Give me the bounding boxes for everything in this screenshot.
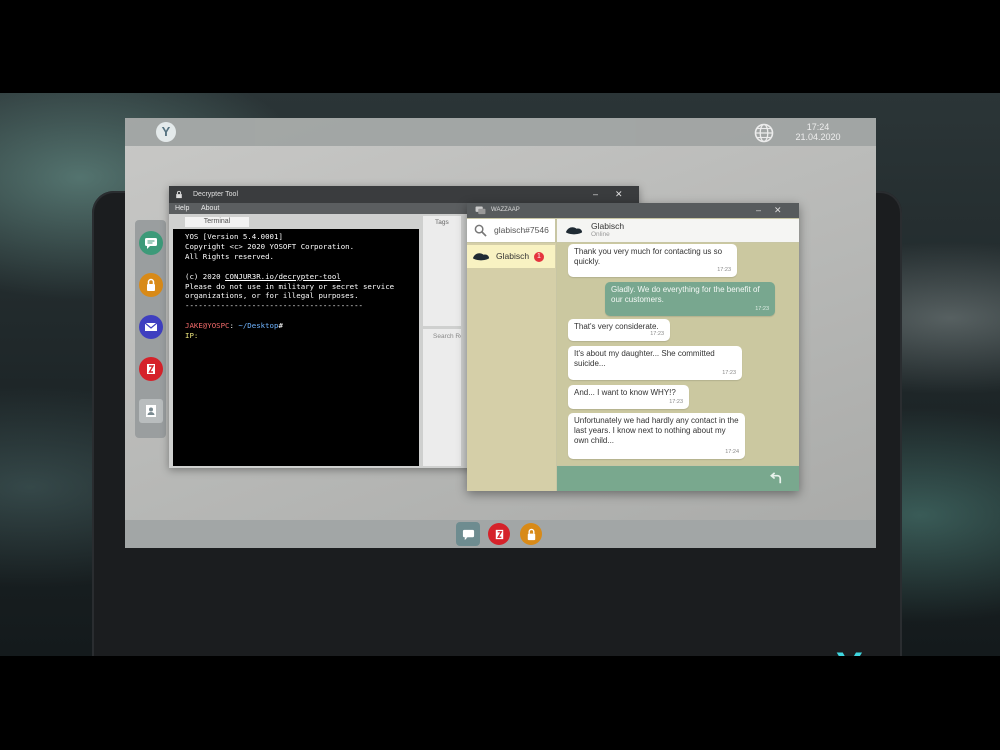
message-bubble: Gladly. We do everything for the benefit… bbox=[605, 282, 775, 316]
message-bubble: Unfortunately we had hardly any contact … bbox=[568, 413, 745, 459]
lock-icon bbox=[527, 528, 535, 540]
clock: 17:24 21.04.2020 bbox=[793, 122, 843, 142]
taskbar-chat-button[interactable] bbox=[456, 522, 480, 546]
terminal-copyright-prefix: (c) 2020 bbox=[185, 271, 226, 281]
prompt-user: JAKE@YOSPC bbox=[185, 321, 230, 331]
tags-panel: Tags bbox=[423, 216, 461, 326]
chat-icon bbox=[475, 206, 486, 215]
message-time: 17:23 bbox=[650, 331, 664, 337]
chat-header-name: Glabisch bbox=[591, 221, 625, 231]
terminal-line: Copyright <c> 2020 YOSOFT Corporation. bbox=[185, 241, 355, 251]
chat-titlebar[interactable]: WAZZAAP – ✕ bbox=[467, 203, 799, 218]
dock-mail-button[interactable] bbox=[139, 315, 163, 339]
search-panel: Search Re bbox=[423, 329, 461, 466]
clock-date: 21.04.2020 bbox=[795, 132, 841, 142]
prompt-path: ~/Desktop bbox=[238, 321, 279, 331]
contacts-icon bbox=[146, 405, 156, 417]
message-text: It's about my daughter... She committed … bbox=[574, 349, 715, 368]
tab-terminal[interactable]: Terminal bbox=[185, 217, 249, 227]
message-input[interactable] bbox=[557, 466, 799, 491]
dock-lock-button[interactable] bbox=[139, 273, 163, 297]
contact-search[interactable]: glabisch#7546 bbox=[467, 219, 555, 242]
tags-label: Tags bbox=[435, 219, 449, 226]
avatar bbox=[565, 227, 583, 235]
message-bubble: That's very considerate. 17:23 bbox=[568, 319, 670, 341]
message-time: 17:23 bbox=[717, 267, 731, 273]
taskbar bbox=[125, 520, 876, 548]
message-bubble: It's about my daughter... She committed … bbox=[568, 346, 742, 380]
minimize-icon[interactable]: – bbox=[593, 186, 598, 203]
taskbar-decrypter-button[interactable] bbox=[488, 523, 510, 545]
decrypter-icon bbox=[495, 529, 503, 539]
message-text: Thank you very much for contacting us so… bbox=[574, 247, 723, 266]
terminal-prompt: JAKE@YOSPC: ~/Desktop# bbox=[185, 321, 419, 331]
terminal-line: All Rights reserved. bbox=[185, 251, 274, 261]
message-time: 17:23 bbox=[669, 399, 683, 405]
contacts-list bbox=[467, 243, 556, 491]
search-icon bbox=[474, 224, 487, 237]
message-text: And... I want to know WHY!? bbox=[574, 388, 676, 397]
chat-icon bbox=[145, 238, 157, 249]
lock-icon bbox=[147, 278, 155, 291]
close-icon[interactable]: ✕ bbox=[774, 203, 782, 218]
dock-decrypter-button[interactable] bbox=[139, 357, 163, 381]
mail-icon bbox=[144, 322, 158, 331]
chat-header: Glabisch Online bbox=[557, 219, 799, 242]
message-bubble: And... I want to know WHY!? 17:23 bbox=[568, 385, 689, 409]
close-icon[interactable]: ✕ bbox=[615, 186, 623, 203]
ip-label: IP: bbox=[185, 331, 199, 341]
dock-contacts-button[interactable] bbox=[139, 399, 163, 423]
message-time: 17:23 bbox=[722, 370, 736, 376]
chat-window: WAZZAAP – ✕ glabisch#7546 Glabisch 1 Gla… bbox=[467, 203, 799, 491]
chat-icon bbox=[462, 529, 474, 540]
message-time: 17:23 bbox=[755, 306, 769, 312]
prompt-end: # bbox=[278, 321, 283, 331]
menu-about[interactable]: About bbox=[201, 203, 219, 214]
minimize-icon[interactable]: – bbox=[756, 203, 761, 218]
search-records-input[interactable]: Search Re bbox=[423, 329, 461, 340]
terminal-ip-line[interactable]: IP: bbox=[185, 331, 419, 341]
decrypter-title: Decrypter Tool bbox=[193, 191, 239, 198]
contact-search-value: glabisch#7546 bbox=[494, 225, 549, 235]
desktop-screen: Y 17:24 21.04.2020 Decrypter Tool – ✕ He… bbox=[125, 118, 876, 548]
unread-badge: 1 bbox=[534, 252, 544, 262]
top-bar: Y 17:24 21.04.2020 bbox=[125, 118, 876, 146]
terminal-line: YOS [Version 5.4.0001] bbox=[185, 232, 283, 241]
message-time: 17:24 bbox=[725, 449, 739, 455]
message-list: Thank you very much for contacting us so… bbox=[557, 243, 799, 465]
message-text: That's very considerate. bbox=[574, 322, 659, 331]
chat-app-title: WAZZAAP bbox=[491, 207, 520, 213]
decrypter-icon bbox=[147, 364, 155, 374]
side-dock bbox=[135, 220, 166, 438]
chat-header-status: Online bbox=[591, 231, 610, 238]
taskbar-lock-button[interactable] bbox=[520, 523, 542, 545]
message-text: Unfortunately we had hardly any contact … bbox=[574, 416, 739, 445]
terminal-line: organizations, or for illegal purposes. bbox=[185, 291, 359, 301]
contact-item-glabisch[interactable]: Glabisch 1 bbox=[467, 245, 555, 268]
dock-chat-button[interactable] bbox=[139, 231, 163, 255]
send-icon[interactable] bbox=[769, 471, 784, 486]
brand-logo: Y bbox=[836, 647, 878, 656]
message-text: Gladly. We do everything for the benefit… bbox=[611, 285, 760, 304]
terminal-line: (c) 2020 CONJUR3R.io/decrypter-tool bbox=[185, 272, 419, 282]
decrypter-titlebar[interactable]: Decrypter Tool – ✕ bbox=[169, 186, 639, 203]
globe-icon[interactable] bbox=[753, 122, 775, 144]
menu-help[interactable]: Help bbox=[175, 203, 189, 214]
lock-icon bbox=[176, 190, 182, 199]
terminal-separator: ---------------------------------------- bbox=[185, 301, 363, 311]
contact-name: Glabisch bbox=[496, 251, 530, 261]
clock-time: 17:24 bbox=[806, 122, 830, 132]
terminal-output[interactable]: YOS [Version 5.4.0001] Copyright <c> 2020… bbox=[173, 229, 419, 466]
avatar bbox=[472, 253, 490, 261]
message-bubble: Thank you very much for contacting us so… bbox=[568, 244, 737, 277]
os-logo-button[interactable]: Y bbox=[156, 122, 176, 142]
terminal-link[interactable]: CONJUR3R.io/decrypter-tool bbox=[225, 272, 341, 281]
terminal-line: Please do not use in military or secret … bbox=[185, 281, 395, 291]
